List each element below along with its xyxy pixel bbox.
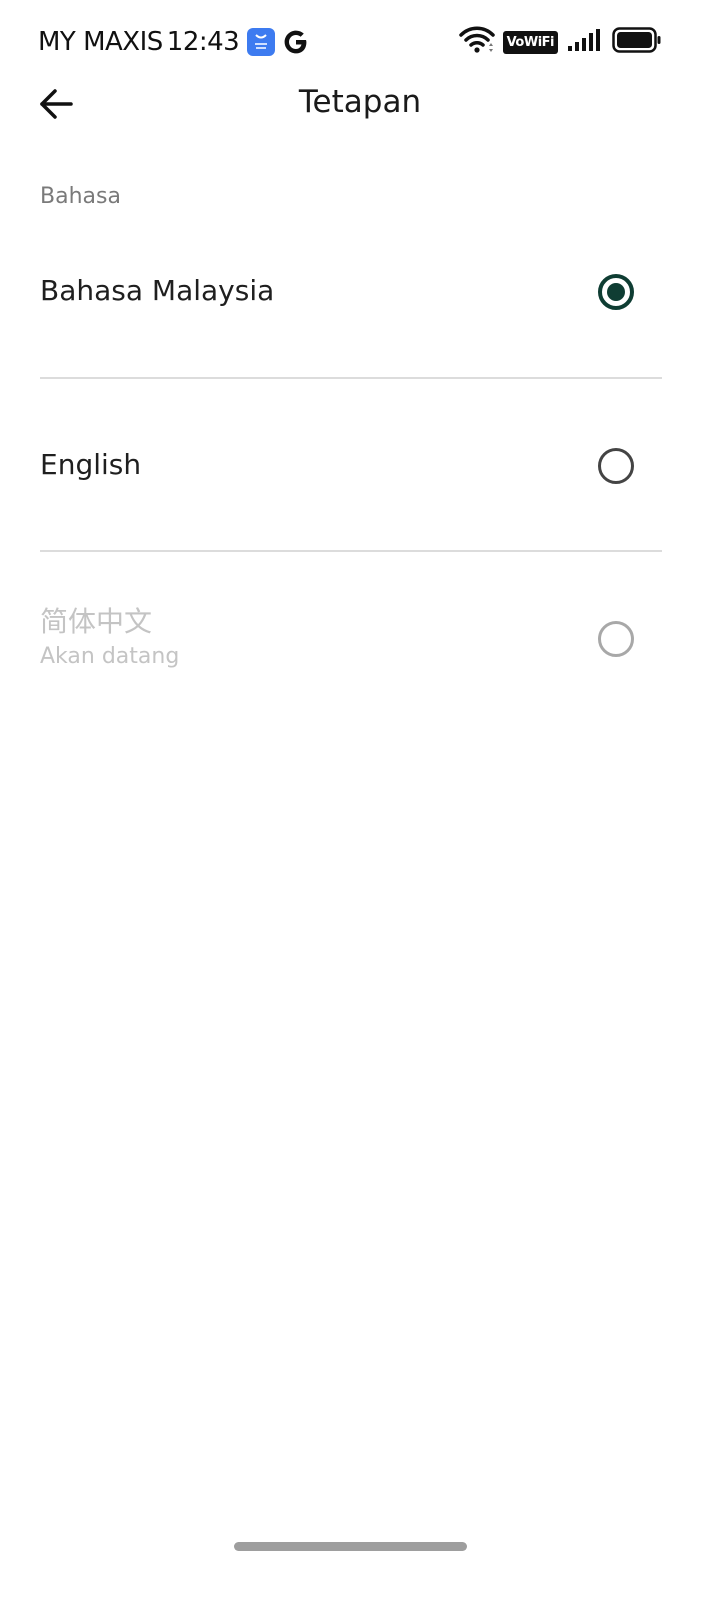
coming-soon-label: Akan datang <box>40 644 180 669</box>
page-title: Tetapan <box>298 84 422 120</box>
language-option-chinese: 简体中文 Akan datang <box>40 596 662 682</box>
google-icon <box>281 27 311 57</box>
option-label: Bahasa Malaysia <box>40 274 275 307</box>
radio-selected[interactable] <box>598 274 634 310</box>
divider <box>40 550 662 552</box>
battery-icon <box>612 26 662 58</box>
language-option-bahasa-malaysia[interactable]: Bahasa Malaysia <box>40 250 662 336</box>
radio-unselected[interactable] <box>598 448 634 484</box>
signal-icon <box>568 28 602 56</box>
option-label: 简体中文 <box>40 605 153 638</box>
vowifi-icon: VoWiFi <box>502 30 558 54</box>
home-indicator[interactable] <box>234 1542 467 1551</box>
clock: 12:43 <box>166 27 240 57</box>
wifi-icon <box>458 26 495 58</box>
divider <box>40 377 662 379</box>
status-bar: MY MAXIS 12:43 VoWiFi <box>0 0 720 84</box>
status-right: VoWiFi <box>458 26 662 58</box>
status-left: MY MAXIS 12:43 <box>38 22 311 62</box>
app-store-icon <box>247 28 276 56</box>
option-label: English <box>40 448 142 481</box>
app-header: Tetapan <box>0 78 720 130</box>
language-option-english[interactable]: English <box>40 424 662 510</box>
radio-disabled <box>598 621 634 657</box>
settings-screen: MY MAXIS 12:43 VoWiFi Tetapan Bahasa Bah… <box>0 0 720 1610</box>
carrier-name: MY MAXIS <box>38 27 163 57</box>
section-label-language: Bahasa <box>40 184 121 209</box>
